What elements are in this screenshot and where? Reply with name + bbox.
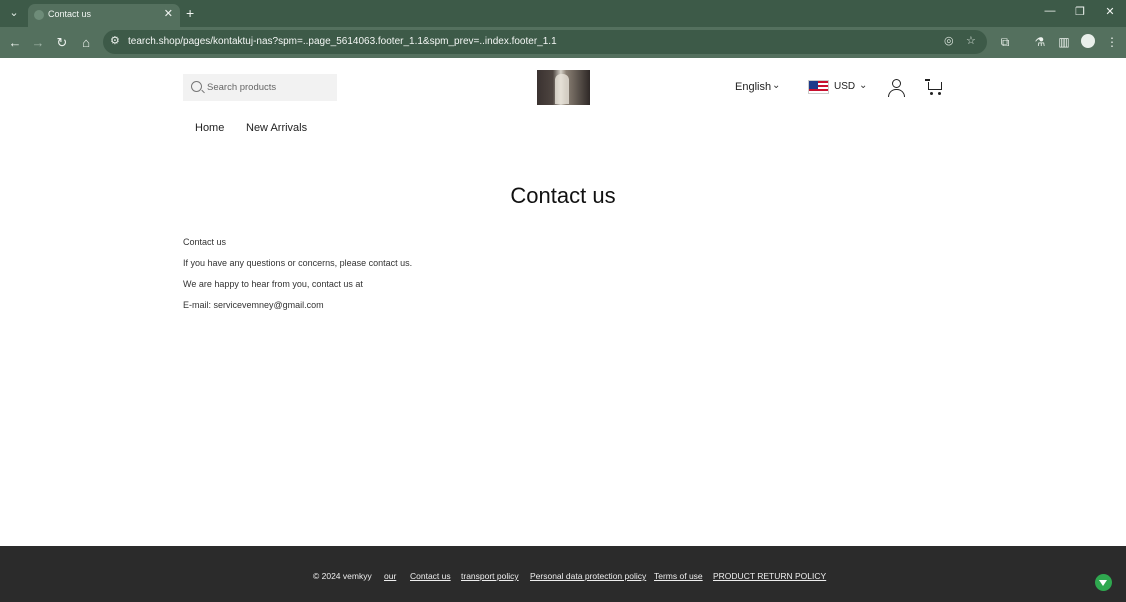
tab-favicon-icon (34, 10, 44, 20)
tab-title: Contact us (48, 9, 92, 19)
chevron-down-icon[interactable]: ⌄ (772, 80, 780, 91)
search-icon[interactable] (191, 81, 202, 92)
tab-search-chevron-icon[interactable]: ⌄ (5, 5, 23, 22)
site-footer: © 2024 vemkyy our Contact us transport p… (0, 546, 1126, 602)
copyright-text: © 2024 vemkyy (313, 571, 372, 581)
tab-close-icon[interactable]: ✕ (164, 7, 173, 20)
new-tab-icon[interactable]: + (186, 5, 194, 21)
email-line: E-mail: servicevemney@gmail.com (183, 300, 324, 310)
language-selector[interactable]: English (735, 81, 771, 93)
menu-kebab-icon[interactable]: ⋮ (1104, 35, 1120, 49)
minimize-icon[interactable]: — (1043, 5, 1057, 17)
content-line: Contact us (183, 237, 227, 247)
side-panel-icon[interactable]: ▥ (1056, 35, 1072, 49)
url-text[interactable]: tearch.shop/pages/kontaktuj-nas?spm=..pa… (128, 36, 557, 47)
content-line: We are happy to hear from you, contact u… (183, 279, 363, 289)
store-logo[interactable] (537, 70, 590, 105)
profile-avatar-icon[interactable] (1081, 34, 1095, 48)
restore-icon[interactable]: ❐ (1073, 5, 1087, 18)
labs-flask-icon[interactable]: ⚗ (1032, 35, 1048, 49)
browser-toolbar: ← → ↻ ⌂ ⚙ tearch.shop/pages/kontaktuj-na… (0, 27, 1126, 58)
us-flag-icon[interactable] (808, 80, 829, 94)
back-icon[interactable]: ← (7, 35, 23, 51)
browser-tab-bar: ⌄ Contact us ✕ + — ❐ ✕ (0, 0, 1126, 27)
bookmark-star-icon[interactable]: ☆ (966, 34, 976, 47)
search-input[interactable] (207, 74, 332, 101)
currency-selector[interactable]: USD (834, 81, 855, 92)
nav-item-new-arrivals[interactable]: New Arrivals (246, 122, 307, 134)
content-line: If you have any questions or concerns, p… (183, 258, 413, 268)
page-title: Contact us (510, 183, 616, 208)
cart-icon[interactable] (925, 79, 943, 96)
eye-off-icon[interactable]: ◎ (944, 34, 954, 47)
home-icon[interactable]: ⌂ (78, 35, 94, 51)
address-bar[interactable]: ⚙ tearch.shop/pages/kontaktuj-nas?spm=..… (103, 30, 987, 54)
search-box[interactable] (183, 74, 337, 101)
close-window-icon[interactable]: ✕ (1103, 5, 1117, 18)
footer-link-contact-us[interactable]: Contact us (410, 571, 451, 581)
footer-link-transport-policy[interactable]: transport policy (461, 571, 519, 581)
site-info-icon[interactable]: ⚙ (110, 34, 120, 47)
footer-link-our[interactable]: our (384, 571, 396, 581)
chat-widget-icon[interactable] (1095, 574, 1112, 591)
extensions-icon[interactable]: ⧉ (997, 35, 1013, 50)
footer-link-terms-of-use[interactable]: Terms of use (654, 571, 703, 581)
account-user-icon[interactable] (888, 79, 905, 97)
reload-icon[interactable]: ↻ (54, 35, 70, 51)
chevron-down-icon[interactable]: ⌄ (859, 80, 867, 91)
forward-icon[interactable]: → (30, 35, 46, 51)
footer-link-data-protection[interactable]: Personal data protection policy (530, 571, 646, 581)
footer-link-return-policy[interactable]: PRODUCT RETURN POLICY (713, 571, 826, 581)
nav-item-home[interactable]: Home (195, 122, 224, 134)
browser-tab[interactable]: Contact us ✕ (28, 4, 180, 27)
